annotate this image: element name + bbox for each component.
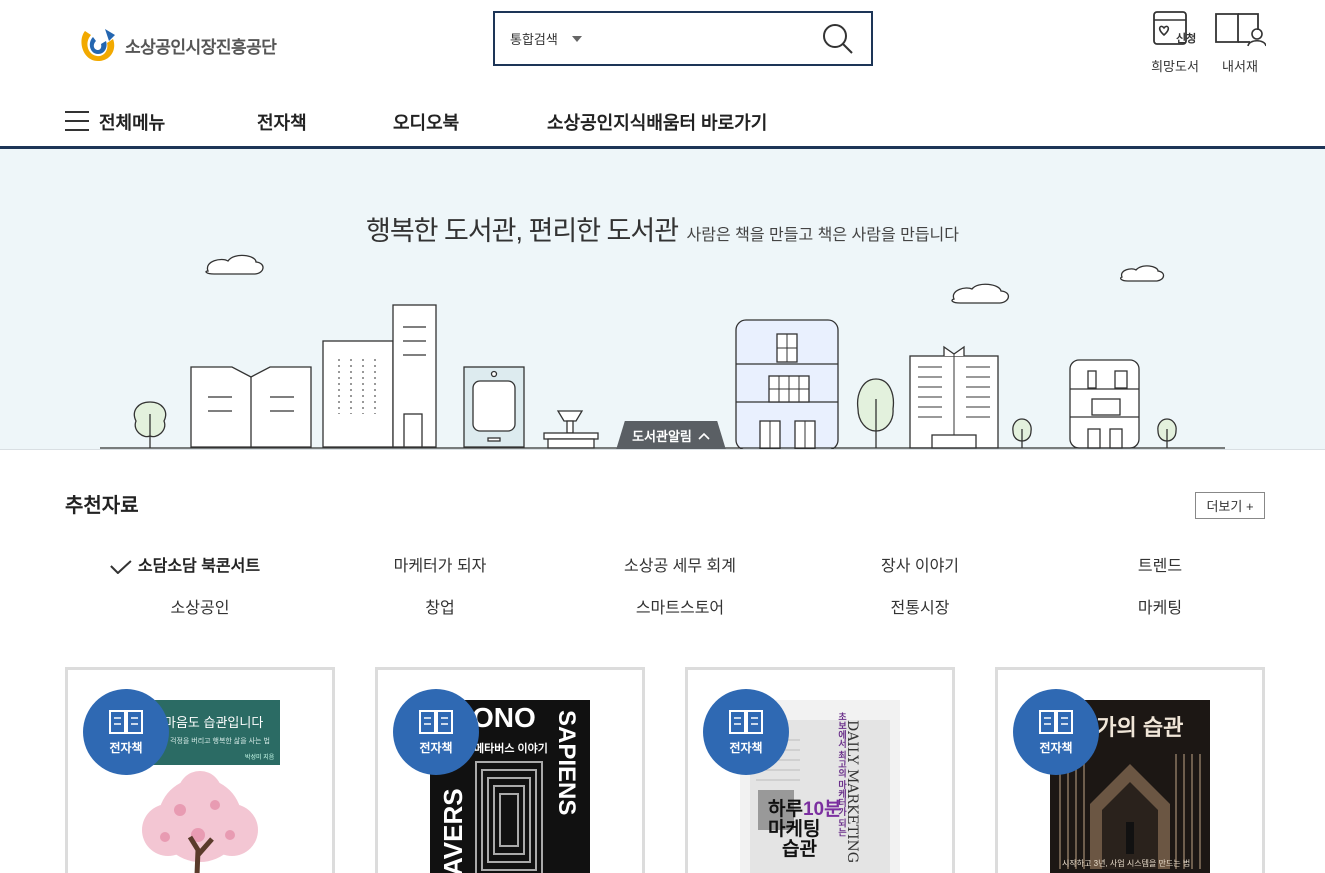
category-tab[interactable]: 소상공 세무 회계 <box>624 552 736 576</box>
section-title: 추천자료 <box>65 495 139 517</box>
nav-audiobook[interactable]: 오디오북 <box>393 109 459 135</box>
nav-ebook[interactable]: 전자책 <box>257 109 307 135</box>
open-book-icon <box>419 709 453 734</box>
cover-title: 마음도 습관입니다 <box>164 715 264 730</box>
search-button[interactable] <box>813 14 863 64</box>
wish-book-badge: 신청 <box>1176 31 1196 45</box>
ebook-badge: 전자책 <box>1013 689 1099 775</box>
cloud-icon <box>205 254 1165 304</box>
site-header: 소상공인시장진흥공단 통합검색 신청 희망도서 내서재 <box>0 0 1325 96</box>
book-card[interactable]: 전자책 ONO 메타버스 이야기 TAVERS SAPIENS <box>375 667 645 873</box>
book-card[interactable]: 전자책 DAILY MARKETING 초보에서 최고의 마케터가 되는 하루1… <box>685 667 955 873</box>
category-tab[interactable]: 전통시장 <box>891 594 950 618</box>
category-tab-active[interactable]: 소담소담 북콘서트 <box>110 552 260 576</box>
open-book-icon <box>1039 709 1073 734</box>
ebook-badge-label: 전자책 <box>729 740 763 755</box>
logo-mark-icon <box>81 29 115 61</box>
more-button[interactable]: 더보기 + <box>1195 492 1265 519</box>
wish-book-icon: 신청 <box>1153 11 1196 45</box>
my-library-icon <box>1215 13 1266 47</box>
menu-icon[interactable] <box>65 111 89 131</box>
cover-subtitle: 시작하고 3년, 사업 시스템을 만드는 법 <box>1062 859 1191 868</box>
main-nav: 전체메뉴 전자책 오디오북 소상공인지식배움터 바로가기 <box>0 96 1325 149</box>
city-illustration <box>100 254 1225 449</box>
search-icon <box>823 23 853 54</box>
search-bar: 통합검색 <box>493 11 873 66</box>
category-tab[interactable]: 트렌드 <box>1138 552 1182 576</box>
wish-book-label: 희망도서 <box>1151 59 1199 74</box>
category-tab[interactable]: 스마트스토어 <box>636 594 724 618</box>
cover-title-highlight: 10분 <box>802 799 842 820</box>
ebook-badge: 전자책 <box>393 689 479 775</box>
cover-author: 박성미 지음 <box>245 755 275 761</box>
cover-title-part: 하루 <box>768 799 803 820</box>
ebook-badge: 전자책 <box>83 689 169 775</box>
ebook-badge-label: 전자책 <box>419 740 453 755</box>
cover-title-part: 습관 <box>782 839 817 860</box>
open-book-icon <box>109 709 143 734</box>
cover-title: 메타버스 이야기 <box>474 743 548 755</box>
book-card[interactable]: 전자책 마음도 습관입니다 걱정을 버리고 행복한 삶을 사는 법 박성미 지음 <box>65 667 335 873</box>
my-library-button[interactable]: 내서재 <box>1214 10 1266 75</box>
search-input[interactable] <box>620 18 813 59</box>
caret-down-icon <box>571 35 582 42</box>
cover-title-block: 하루10분 마케팅 습관 <box>768 800 842 860</box>
category-tab[interactable]: 소상공인 <box>171 594 230 618</box>
category-tab[interactable]: 마케터가 되자 <box>394 552 487 576</box>
cover-side-left: TAVERS <box>438 788 468 873</box>
site-logo[interactable]: 소상공인시장진흥공단 <box>79 27 277 63</box>
book-card[interactable]: 전자책 업가의 습관 시작하고 3년, 사업 시스템을 만드는 법 <box>995 667 1265 873</box>
search-scope-select[interactable]: 통합검색 <box>510 29 620 48</box>
notice-tab-button[interactable]: 도서관알림 <box>616 421 726 449</box>
all-menu-link[interactable]: 전체메뉴 <box>99 109 165 135</box>
cover-title-part: 마케팅 <box>768 819 821 840</box>
open-book-icon <box>729 709 763 734</box>
cover-top-text: ONO <box>472 702 536 733</box>
category-tab[interactable]: 장사 이야기 <box>881 552 959 576</box>
search-scope-label: 통합검색 <box>510 32 558 47</box>
my-library-label: 내서재 <box>1222 59 1258 74</box>
hero-banner: 행복한 도서관, 편리한 도서관 사람은 책을 만들고 책은 사람을 만듭니다 <box>0 149 1325 450</box>
notice-tab-label: 도서관알림 <box>632 429 692 444</box>
wish-book-button[interactable]: 신청 희망도서 <box>1150 10 1200 75</box>
check-icon <box>110 560 132 574</box>
cover-subtitle: 걱정을 버리고 행복한 삶을 사는 법 <box>170 738 270 745</box>
nav-knowledge-center[interactable]: 소상공인지식배움터 바로가기 <box>547 109 767 135</box>
ebook-badge-label: 전자책 <box>1039 740 1073 755</box>
ebook-badge: 전자책 <box>703 689 789 775</box>
tunnel-illustration <box>475 761 543 873</box>
category-tab[interactable]: 마케팅 <box>1138 594 1182 618</box>
category-label: 소담소담 북콘서트 <box>137 558 261 575</box>
chevron-up-icon <box>698 432 710 440</box>
category-tab[interactable]: 창업 <box>425 594 454 618</box>
ebook-badge-label: 전자책 <box>109 740 143 755</box>
cherry-tree-illustration <box>142 771 258 873</box>
cover-side-right: SAPIENS <box>553 710 580 816</box>
logo-text: 소상공인시장진흥공단 <box>125 37 277 57</box>
